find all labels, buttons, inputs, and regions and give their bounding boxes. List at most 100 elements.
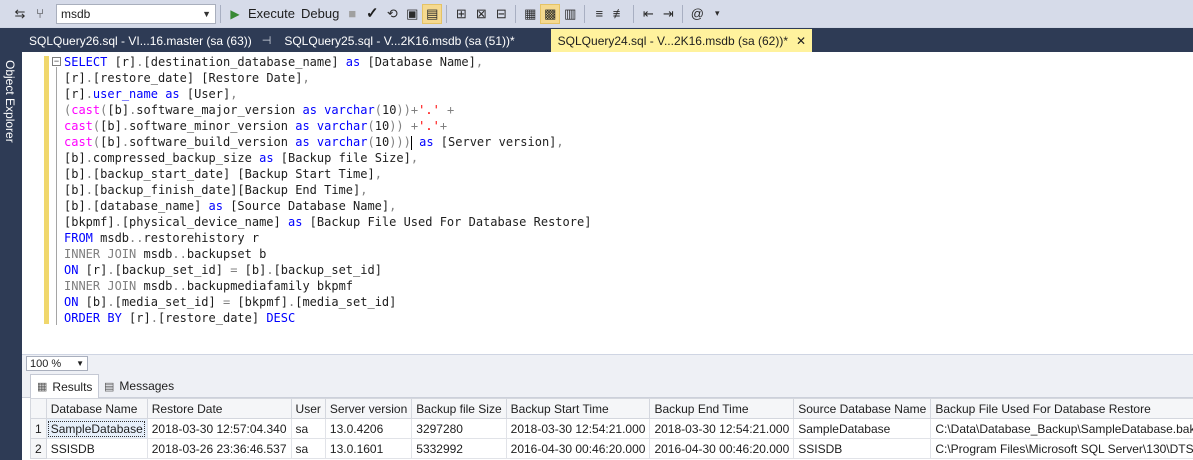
grid-cell[interactable]: SSISDB — [793, 438, 932, 459]
grid-cell[interactable]: 2016-04-30 00:46:20.000 — [649, 438, 795, 459]
column-header[interactable]: User — [290, 398, 326, 419]
table-row[interactable]: 1 SampleDatabase 2018-03-30 12:57:04.340… — [30, 418, 1193, 439]
change-tracking-bar — [44, 56, 49, 324]
query-options-icon[interactable]: ⊞ — [451, 4, 471, 24]
query-editor[interactable]: − SELECT [r].[destination_database_name]… — [22, 52, 1193, 354]
grid-cell[interactable]: 2018-03-26 23:36:46.537 — [146, 438, 292, 459]
code-line[interactable]: FROM msdb..restorehistory r — [64, 230, 591, 246]
debug-button[interactable]: Debug — [298, 6, 342, 21]
code-line[interactable]: [b].[database_name] as [Source Database … — [64, 198, 591, 214]
results-grid: Database Name Restore Date User Server v… — [30, 398, 1193, 459]
stop-icon[interactable]: ■ — [342, 4, 362, 24]
query-toolbar: ⇆ ⑂ msdb ▼ ▶ Execute Debug ■ ✓ ⟲ ▣ ▤ ⊞ ⊠… — [0, 0, 1193, 28]
column-header[interactable]: Backup File Used For Database Restore — [930, 398, 1193, 419]
results-to-file-icon[interactable]: ▥ — [560, 4, 580, 24]
database-select[interactable]: msdb ▼ — [56, 3, 216, 24]
tab-messages[interactable]: ▤ Messages — [98, 374, 180, 398]
column-header[interactable]: Source Database Name — [793, 398, 932, 419]
grid-cell[interactable]: 2018-03-30 12:54:21.000 — [649, 418, 795, 439]
grid-icon: ▦ — [37, 381, 48, 393]
row-number[interactable]: 1 — [30, 418, 47, 439]
comment-icon[interactable]: ≡ — [589, 4, 609, 24]
toolbar-separator — [682, 4, 684, 23]
grid-cell[interactable]: 13.0.4206 — [324, 418, 413, 439]
code-line[interactable]: INNER JOIN msdb..backupset b — [64, 246, 591, 262]
grid-cell[interactable]: SSISDB — [45, 438, 148, 459]
grid-cell[interactable]: sa — [290, 418, 326, 439]
tab-sqlquery25[interactable]: SQLQuery25.sql - V...2K16.msdb (sa (51))… — [277, 29, 520, 52]
column-header[interactable]: Backup End Time — [649, 398, 795, 419]
outline-line — [56, 67, 57, 325]
grid-cell[interactable]: SampleDatabase — [793, 418, 932, 439]
messages-icon: ▤ — [104, 380, 115, 393]
toolbar-separator — [584, 4, 586, 23]
grid-cell[interactable]: 2018-03-30 12:57:04.340 — [146, 418, 292, 439]
column-header[interactable]: Backup Start Time — [505, 398, 651, 419]
results-grid-icon[interactable]: ▩ — [540, 3, 561, 24]
execute-button[interactable]: Execute — [245, 6, 298, 21]
grid-cell[interactable]: 13.0.1601 — [324, 438, 413, 459]
intellisense-icon[interactable]: ⊠ — [471, 4, 491, 24]
parse-check-icon[interactable]: ✓ — [362, 4, 382, 24]
code-line[interactable]: cast([b].software_build_version as varch… — [64, 134, 591, 150]
grid-cell[interactable]: C:\Program Files\Microsoft SQL Server\13… — [930, 438, 1193, 459]
row-number-header — [30, 398, 47, 419]
code-line[interactable]: ON [b].[media_set_id] = [bkpmf].[media_s… — [64, 294, 591, 310]
uncomment-icon[interactable]: ≢ — [609, 4, 629, 24]
close-icon[interactable]: ✕ — [796, 34, 806, 48]
grid-cell[interactable]: SampleDatabase — [45, 418, 148, 439]
column-header[interactable]: Database Name — [45, 398, 148, 419]
tab-messages-label: Messages — [119, 379, 175, 393]
code-area[interactable]: SELECT [r].[destination_database_name] a… — [64, 54, 591, 326]
tab-sqlquery24[interactable]: SQLQuery24.sql - V...2K16.msdb (sa (62))… — [550, 29, 813, 52]
chevron-down-icon: ▼ — [76, 359, 84, 368]
object-explorer-tab[interactable]: Object Explorer — [3, 60, 17, 143]
toolbar-separator — [220, 4, 221, 23]
results-to-grid-icon[interactable]: ▤ — [422, 3, 443, 24]
database-select-value: msdb — [61, 6, 91, 21]
code-line[interactable]: ON [r].[backup_set_id] = [b].[backup_set… — [64, 262, 591, 278]
grid-cell[interactable]: 2016-04-30 00:46:20.000 — [505, 438, 651, 459]
change-connection-icon[interactable]: ⑂ — [30, 4, 50, 24]
code-line[interactable]: ORDER BY [r].[restore_date] DESC — [64, 310, 591, 326]
include-plan-icon[interactable]: ⊟ — [491, 4, 511, 24]
code-line[interactable]: INNER JOIN msdb..backupmediafamily bkpmf — [64, 278, 591, 294]
code-line[interactable]: [r].[restore_date] [Restore Date], — [64, 70, 591, 86]
code-line[interactable]: [r].user_name as [User], — [64, 86, 591, 102]
grid-header-row: Database Name Restore Date User Server v… — [30, 398, 1193, 419]
zoom-select[interactable]: 100 % ▼ — [26, 356, 88, 371]
code-line[interactable]: [b].[backup_start_date] [Backup Start Ti… — [64, 166, 591, 182]
decrease-indent-icon[interactable]: ⇤ — [638, 4, 658, 24]
zoom-value: 100 % — [30, 357, 62, 370]
tab-results-label: Results — [52, 379, 93, 394]
specify-values-icon[interactable]: @ — [687, 4, 707, 24]
collapse-icon[interactable]: − — [52, 57, 61, 66]
table-row[interactable]: 2 SSISDB 2018-03-26 23:36:46.537 sa 13.0… — [30, 438, 1193, 459]
pin-icon[interactable]: ⊣ — [262, 34, 272, 47]
overflow-chevron-icon[interactable]: ▾ — [707, 4, 727, 24]
execute-icon[interactable]: ▶ — [225, 4, 245, 24]
cancel-query-icon[interactable]: ⟲ — [382, 4, 402, 24]
column-header[interactable]: Server version — [324, 398, 413, 419]
code-line[interactable]: cast([b].software_minor_version as varch… — [64, 118, 591, 134]
tab-results[interactable]: ▦ Results — [30, 374, 100, 398]
grid-cell[interactable]: C:\Data\Database_Backup\SampleDatabase.b… — [930, 418, 1193, 439]
code-line[interactable]: [bkpmf].[physical_device_name] as [Backu… — [64, 214, 591, 230]
code-line[interactable]: [b].compressed_backup_size as [Backup fi… — [64, 150, 591, 166]
grid-cell[interactable]: 3297280 — [411, 418, 507, 439]
results-tabstrip: ▦ Results ▤ Messages — [22, 371, 1193, 398]
grid-cell[interactable]: sa — [290, 438, 326, 459]
code-line[interactable]: (cast([b].software_major_version as varc… — [64, 102, 591, 118]
column-header[interactable]: Backup file Size — [411, 398, 507, 419]
code-line[interactable]: [b].[backup_finish_date][Backup End Time… — [64, 182, 591, 198]
grid-cell[interactable]: 2018-03-30 12:54:21.000 — [505, 418, 651, 439]
increase-indent-icon[interactable]: ⇥ — [658, 4, 678, 24]
column-header[interactable]: Restore Date — [146, 398, 292, 419]
connect-icon[interactable]: ⇆ — [10, 4, 30, 24]
code-line[interactable]: SELECT [r].[destination_database_name] a… — [64, 54, 591, 70]
display-plan-icon[interactable]: ▣ — [402, 4, 422, 24]
results-to-text-icon[interactable]: ▦ — [520, 4, 540, 24]
tab-sqlquery26[interactable]: SQLQuery26.sql - VI...16.master (sa (63)… — [22, 29, 277, 52]
row-number[interactable]: 2 — [30, 438, 47, 459]
grid-cell[interactable]: 5332992 — [411, 438, 507, 459]
